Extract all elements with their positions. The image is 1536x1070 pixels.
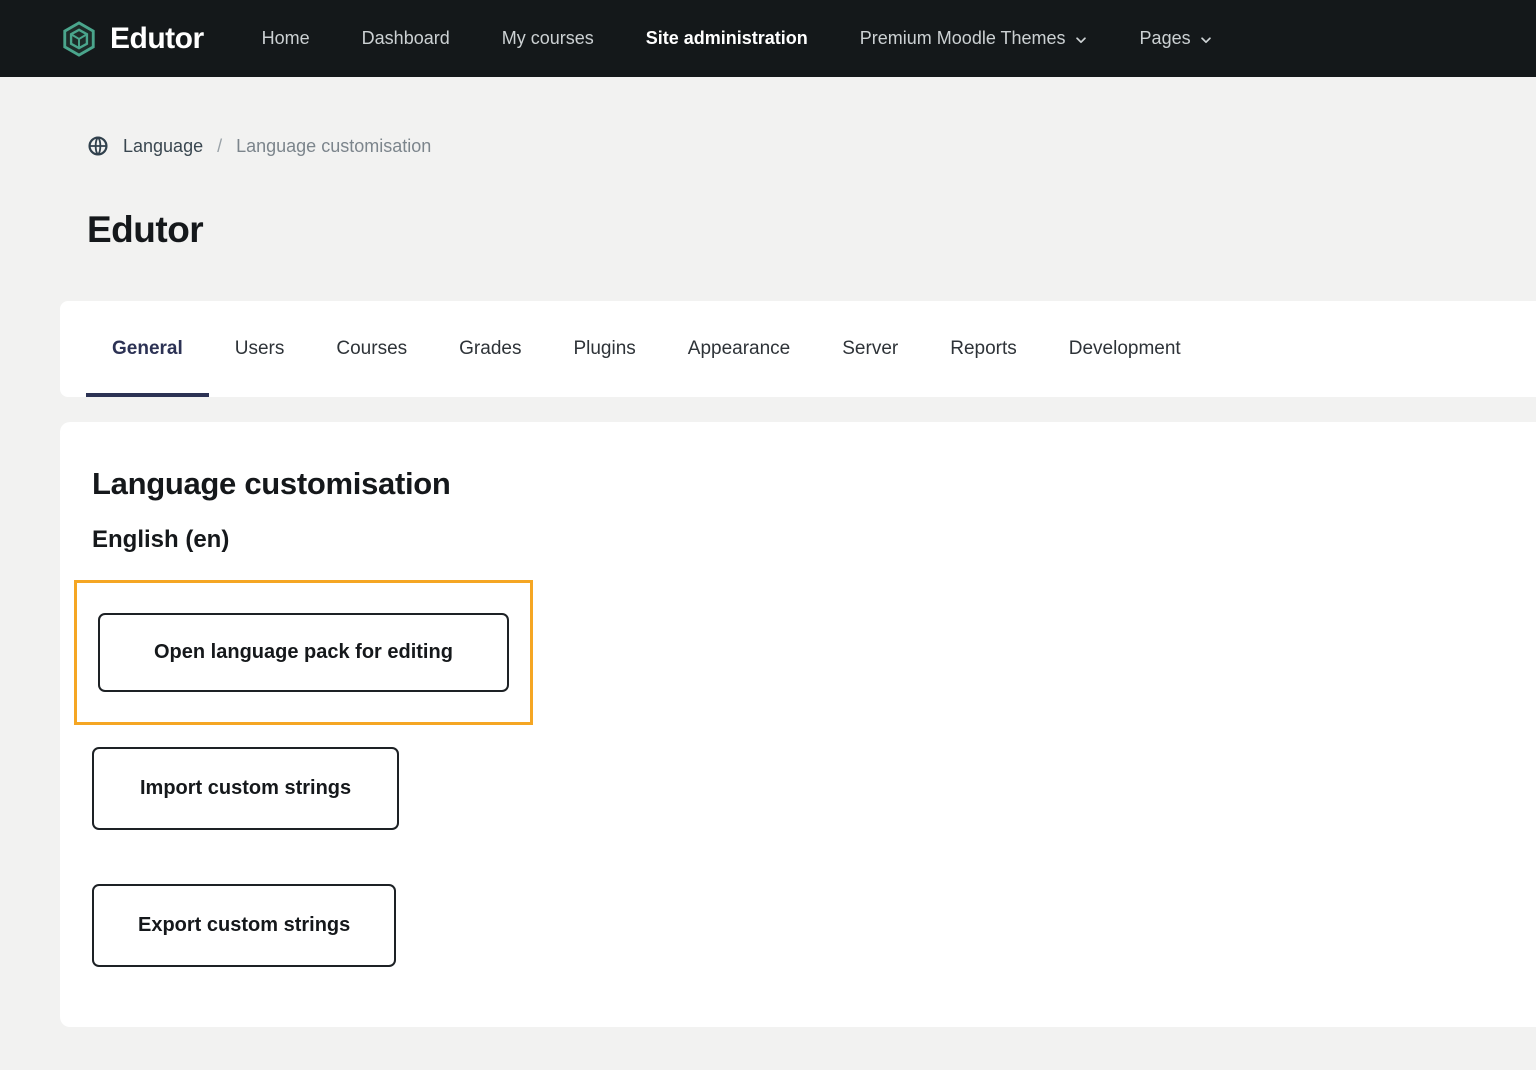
logo-hexagon-icon <box>60 20 98 58</box>
breadcrumb: Language / Language customisation <box>87 135 1536 157</box>
tab-development[interactable]: Development <box>1043 301 1207 397</box>
nav-item-label: Dashboard <box>362 28 450 49</box>
admin-tab-bar: General Users Courses Grades Plugins App… <box>60 301 1536 397</box>
nav-item-label: Premium Moodle Themes <box>860 28 1066 49</box>
app-logo[interactable]: Edutor <box>60 20 204 58</box>
breadcrumb-separator: / <box>217 136 222 157</box>
language-label: English (en) <box>92 526 1504 554</box>
chevron-down-icon <box>1074 33 1088 47</box>
export-custom-strings-button[interactable]: Export custom strings <box>92 884 396 967</box>
nav-item-pages[interactable]: Pages <box>1140 28 1213 49</box>
language-globe-icon <box>87 135 109 157</box>
nav-item-dashboard[interactable]: Dashboard <box>362 28 450 49</box>
breadcrumb-link-language[interactable]: Language <box>123 136 203 157</box>
logo-text: Edutor <box>110 22 204 56</box>
page-title: Edutor <box>87 209 1536 251</box>
nav-item-label: Home <box>262 28 310 49</box>
chevron-down-icon <box>1199 33 1213 47</box>
tab-reports[interactable]: Reports <box>924 301 1043 397</box>
tab-grades[interactable]: Grades <box>433 301 547 397</box>
tab-users[interactable]: Users <box>209 301 311 397</box>
nav-item-label: Pages <box>1140 28 1191 49</box>
tab-courses[interactable]: Courses <box>310 301 433 397</box>
nav-item-home[interactable]: Home <box>262 28 310 49</box>
nav-item-site-administration[interactable]: Site administration <box>646 28 808 49</box>
open-language-pack-button[interactable]: Open language pack for editing <box>98 613 509 692</box>
nav-item-premium-moodle-themes[interactable]: Premium Moodle Themes <box>860 28 1088 49</box>
nav-item-my-courses[interactable]: My courses <box>502 28 594 49</box>
tab-general[interactable]: General <box>86 301 209 397</box>
section-heading: Language customisation <box>92 466 1504 502</box>
import-custom-strings-button[interactable]: Import custom strings <box>92 747 399 830</box>
annotation-highlight-box: Open language pack for editing <box>74 580 533 725</box>
top-navbar: Edutor Home Dashboard My courses Site ad… <box>0 0 1536 77</box>
nav-item-label: My courses <box>502 28 594 49</box>
tab-appearance[interactable]: Appearance <box>662 301 816 397</box>
nav-item-label: Site administration <box>646 28 808 49</box>
main-nav: Home Dashboard My courses Site administr… <box>262 28 1213 49</box>
tab-server[interactable]: Server <box>816 301 924 397</box>
main-content-card: Language customisation English (en) Open… <box>60 422 1536 1027</box>
breadcrumb-current-page: Language customisation <box>236 136 431 157</box>
tab-plugins[interactable]: Plugins <box>547 301 661 397</box>
